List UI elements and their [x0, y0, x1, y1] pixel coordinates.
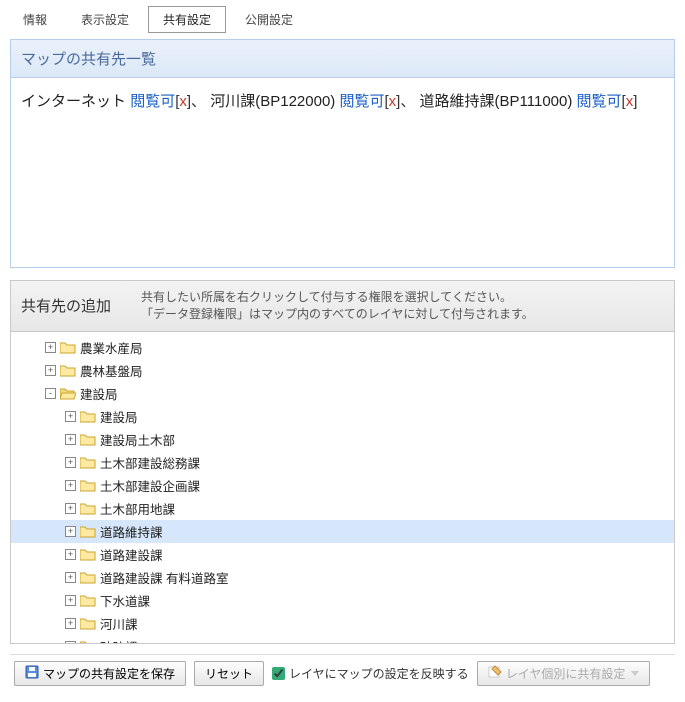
edit-icon [488, 665, 502, 682]
folder-icon [80, 617, 96, 630]
save-button[interactable]: マップの共有設定を保存 [14, 661, 186, 686]
tree-node[interactable]: + 道路建設課 [11, 543, 674, 566]
tree-node-label: 砂防課 [100, 637, 138, 644]
folder-open-icon [60, 387, 76, 400]
org-tree[interactable]: + 農業水産局 + 農林基盤局 - 建設局 + 建設局 + 建設局土木部 + 土木部建設総務課 + 土木部… [10, 332, 675, 644]
share-entry: 道路維持課(BP111000) 閲覧可[x] [420, 93, 638, 110]
tab-share[interactable]: 共有設定 [148, 6, 226, 33]
expand-icon[interactable]: + [65, 641, 76, 644]
reset-button[interactable]: リセット [194, 661, 264, 686]
tree-node-label: 下水道課 [100, 591, 150, 610]
share-list: インターネット 閲覧可[x]、 河川課(BP122000) 閲覧可[x]、 道路… [10, 78, 675, 268]
expand-icon[interactable]: + [65, 526, 76, 537]
footer-toolbar: マップの共有設定を保存 リセット レイヤにマップの設定を反映する レイヤ個別に共… [10, 654, 675, 692]
expand-icon[interactable]: + [65, 618, 76, 629]
tree-node-label: 河川課 [100, 614, 138, 633]
tree-node-label: 土木部用地課 [100, 499, 175, 518]
reflect-checkbox[interactable]: レイヤにマップの設定を反映する [272, 665, 469, 682]
reset-button-label: リセット [205, 665, 253, 682]
reflect-checkbox-input[interactable] [272, 667, 285, 680]
tree-node-label: 建設局 [80, 384, 118, 403]
tree-node[interactable]: + 土木部用地課 [11, 497, 674, 520]
share-name: 道路維持課(BP111000) [420, 93, 573, 110]
share-list-header: マップの共有先一覧 [10, 39, 675, 78]
per-layer-button[interactable]: レイヤ個別に共有設定 [477, 661, 651, 686]
chevron-down-icon [631, 671, 639, 676]
tree-node-label: 道路建設課 [100, 545, 163, 564]
tree-node-label: 土木部建設企画課 [100, 476, 200, 495]
expand-icon[interactable]: + [65, 411, 76, 422]
tree-node[interactable]: + 農林基盤局 [11, 359, 674, 382]
folder-icon [80, 502, 96, 515]
reflect-checkbox-label: レイヤにマップの設定を反映する [289, 665, 469, 682]
tab-bar: 情報 表示設定 共有設定 公開設定 [0, 0, 685, 33]
expand-icon[interactable]: + [65, 434, 76, 445]
tree-node[interactable]: + 下水道課 [11, 589, 674, 612]
tree-node-label: 建設局土木部 [100, 430, 175, 449]
folder-icon [80, 433, 96, 446]
expand-icon[interactable]: + [65, 480, 76, 491]
tree-node-label: 農林基盤局 [80, 361, 143, 380]
tree-node[interactable]: + 農業水産局 [11, 336, 674, 359]
expand-icon[interactable]: + [45, 342, 56, 353]
expand-icon[interactable]: + [45, 365, 56, 376]
tree-node[interactable]: + 道路建設課 有料道路室 [11, 566, 674, 589]
tree-node[interactable]: + 土木部建設企画課 [11, 474, 674, 497]
add-share-header: 共有先の追加 共有したい所属を右クリックして付与する権限を選択してください。 「… [10, 280, 675, 332]
tree-node[interactable]: - 建設局 [11, 382, 674, 405]
tree-node[interactable]: + 建設局土木部 [11, 428, 674, 451]
tree-node[interactable]: + 河川課 [11, 612, 674, 635]
share-permission-link[interactable]: 閲覧可 [577, 93, 622, 110]
tree-node[interactable]: + 道路維持課 [11, 520, 674, 543]
share-permission-link[interactable]: 閲覧可 [339, 93, 384, 110]
tree-node[interactable]: + 土木部建設総務課 [11, 451, 674, 474]
collapse-icon[interactable]: - [45, 388, 56, 399]
per-layer-button-label: レイヤ個別に共有設定 [506, 665, 626, 682]
share-entry: 河川課(BP122000) 閲覧可[x]、 [210, 93, 419, 110]
folder-icon [80, 548, 96, 561]
folder-icon [80, 594, 96, 607]
folder-icon [60, 341, 76, 354]
tab-publish[interactable]: 公開設定 [230, 6, 308, 33]
share-name: インターネット [21, 93, 126, 110]
tree-node-label: 農業水産局 [80, 338, 143, 357]
expand-icon[interactable]: + [65, 572, 76, 583]
expand-icon[interactable]: + [65, 595, 76, 606]
tab-info[interactable]: 情報 [8, 6, 62, 33]
folder-icon [80, 456, 96, 469]
folder-icon [80, 525, 96, 538]
share-permission-link[interactable]: 閲覧可 [130, 93, 175, 110]
tree-node-label: 建設局 [100, 407, 138, 426]
share-remove-link[interactable]: x [179, 93, 187, 110]
add-share-hint: 共有したい所属を右クリックして付与する権限を選択してください。 「データ登録権限… [141, 289, 534, 323]
folder-icon [80, 410, 96, 423]
save-icon [25, 665, 39, 682]
folder-icon [80, 571, 96, 584]
expand-icon[interactable]: + [65, 503, 76, 514]
tab-display[interactable]: 表示設定 [66, 6, 144, 33]
share-name: 河川課(BP122000) [210, 93, 335, 110]
tree-node[interactable]: + 建設局 [11, 405, 674, 428]
add-share-title: 共有先の追加 [21, 295, 111, 316]
tree-node-label: 道路維持課 [100, 522, 163, 541]
folder-icon [80, 479, 96, 492]
save-button-label: マップの共有設定を保存 [43, 665, 175, 682]
tree-node-label: 土木部建設総務課 [100, 453, 200, 472]
share-entry: インターネット 閲覧可[x]、 [21, 93, 210, 110]
folder-icon [80, 640, 96, 644]
tree-node-label: 道路建設課 有料道路室 [100, 568, 228, 587]
tree-node[interactable]: + 砂防課 [11, 635, 674, 644]
expand-icon[interactable]: + [65, 457, 76, 468]
expand-icon[interactable]: + [65, 549, 76, 560]
folder-icon [60, 364, 76, 377]
